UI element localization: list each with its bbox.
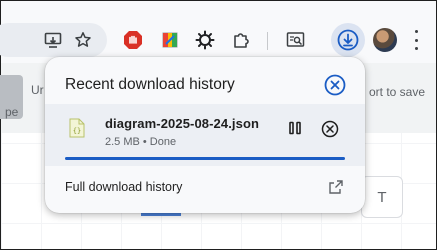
reading-search-icon[interactable] [284,28,308,52]
download-history-popup: Recent download history {} diagram-2025-… [45,57,365,213]
file-status: 2.5 MB • Done [105,136,177,148]
json-file-icon: {} [69,118,85,138]
close-popup-button[interactable] [323,73,347,97]
cancel-circle-icon [321,120,339,138]
stop-sign-extension-icon[interactable] [121,28,145,52]
browser-toolbar [0,1,436,63]
text-tool-button[interactable]: T [361,176,403,218]
full-history-label: Full download history [65,180,183,194]
popup-title: Recent download history [65,76,235,93]
download-progress-fill [65,157,345,160]
avatar[interactable] [373,28,397,52]
puzzle-extensions-icon[interactable] [229,28,253,52]
pause-icon [289,121,301,135]
full-download-history-link[interactable]: Full download history [45,172,365,204]
svg-text:{}: {} [73,127,81,135]
screen-cast-icon[interactable] [41,28,65,52]
banner-text-2: pe [5,105,19,119]
sun-extension-icon[interactable] [193,28,217,52]
bookmark-star-icon[interactable] [71,28,95,52]
close-icon [324,74,346,96]
text-tool-glyph: T [377,188,387,206]
download-progress-bar [65,157,345,160]
color-picker-extension-icon[interactable] [158,28,182,52]
download-icon [337,29,359,51]
toolbar-separator [267,32,268,50]
download-button[interactable] [331,23,365,57]
banner-text-1: Ur [31,83,44,97]
open-in-new-icon[interactable] [327,178,345,196]
cancel-download-button[interactable] [319,118,341,140]
pause-button[interactable] [285,118,305,138]
banner-right-text: ort to save [369,85,426,99]
file-name[interactable]: diagram-2025-08-24.json [105,116,259,131]
selection-indicator [141,213,181,216]
more-menu-icon[interactable] [413,30,419,50]
